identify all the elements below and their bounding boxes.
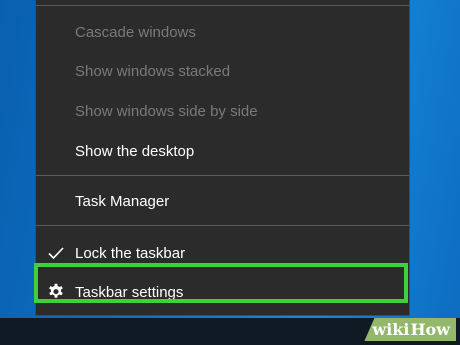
- checkmark-icon: [47, 244, 65, 262]
- menu-item-task-manager[interactable]: Task Manager: [36, 183, 409, 219]
- menu-item-cascade-windows[interactable]: Cascade windows: [36, 14, 409, 50]
- menu-item-label: Cascade windows: [75, 23, 196, 41]
- taskbar-context-menu: Cascade windows Show windows stacked Sho…: [34, 0, 410, 316]
- wikihow-watermark: wiki How: [364, 318, 456, 341]
- menu-item-show-the-desktop[interactable]: Show the desktop: [36, 133, 409, 169]
- menu-item-show-windows-side-by-side[interactable]: Show windows side by side: [36, 93, 409, 129]
- menu-item-show-windows-stacked[interactable]: Show windows stacked: [36, 53, 409, 89]
- menu-separator: [36, 5, 409, 6]
- watermark-wiki: wiki: [364, 318, 411, 341]
- menu-item-label: Show windows stacked: [75, 62, 231, 80]
- menu-separator: [36, 175, 409, 176]
- menu-item-label: Show windows side by side: [75, 102, 258, 120]
- menu-item-label: Lock the taskbar: [75, 244, 186, 262]
- watermark-how: How: [410, 318, 456, 341]
- highlight-box: [34, 263, 408, 303]
- menu-item-label: Task Manager: [75, 192, 170, 210]
- menu-item-label: Show the desktop: [75, 142, 195, 160]
- menu-separator: [36, 225, 409, 226]
